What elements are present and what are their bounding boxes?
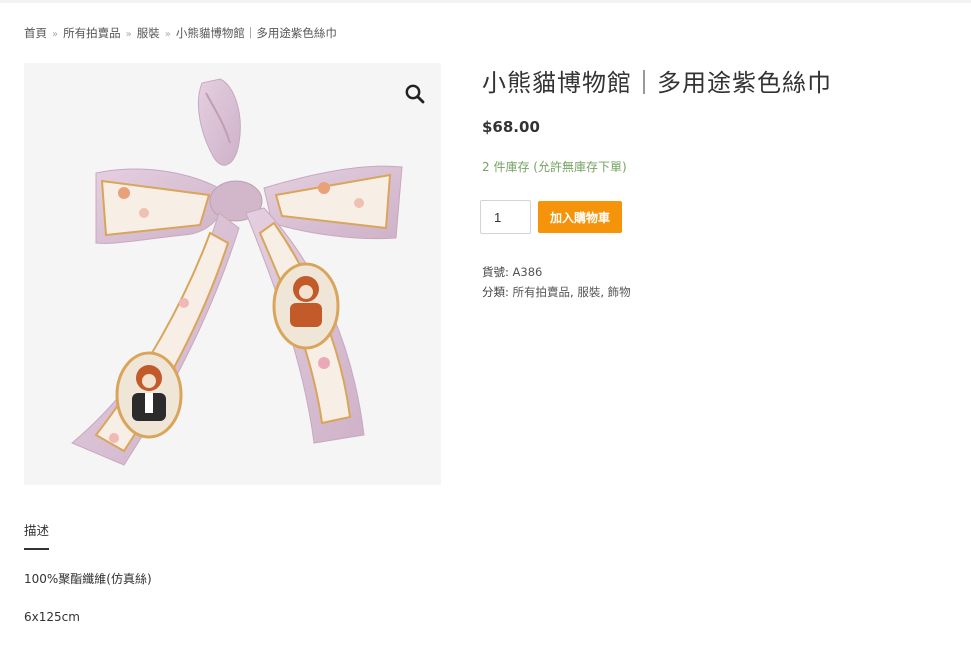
- breadcrumb: 首頁 » 所有拍賣品 » 服裝 » 小熊貓博物館｜多用途紫色絲巾: [24, 25, 337, 41]
- breadcrumb-all-auctions-link[interactable]: 所有拍賣品: [63, 26, 121, 40]
- add-to-cart-form: 加入購物車: [480, 200, 622, 234]
- top-border: [0, 0, 971, 3]
- product-meta: 貨號: A386 分類: 所有拍賣品, 服裝, 飾物: [482, 262, 631, 302]
- breadcrumb-separator: »: [52, 29, 59, 40]
- product-gallery[interactable]: [24, 63, 441, 485]
- breadcrumb-separator: »: [125, 29, 132, 40]
- sku-value: A386: [512, 265, 543, 279]
- product-price: $68.00: [482, 118, 540, 136]
- quantity-input[interactable]: [480, 200, 531, 234]
- product-title: 小熊貓博物館｜多用途紫色絲巾: [482, 69, 832, 97]
- category-label: 分類:: [482, 285, 509, 299]
- breadcrumb-home-link[interactable]: 首頁: [24, 26, 47, 40]
- breadcrumb-separator: »: [164, 29, 171, 40]
- product-tabs: 描述: [24, 520, 50, 550]
- magnifier-icon: [405, 84, 425, 104]
- tab-description[interactable]: 描述: [24, 520, 50, 550]
- category-row: 分類: 所有拍賣品, 服裝, 飾物: [482, 282, 631, 302]
- sku-label: 貨號:: [482, 265, 509, 279]
- product-summary: 小熊貓博物館｜多用途紫色絲巾 $68.00 2 件庫存 (允許無庫存下單) 加入…: [480, 66, 942, 299]
- add-to-cart-button[interactable]: 加入購物車: [538, 201, 622, 233]
- description-size: 6x125cm: [24, 610, 80, 624]
- category-link-accessories[interactable]: 飾物: [608, 285, 631, 299]
- breadcrumb-current: 小熊貓博物館｜多用途紫色絲巾: [175, 26, 337, 40]
- breadcrumb-clothing-link[interactable]: 服裝: [137, 26, 160, 40]
- category-link-all-auctions[interactable]: 所有拍賣品: [513, 285, 571, 299]
- category-link-clothing[interactable]: 服裝: [577, 285, 600, 299]
- stock-status: 2 件庫存 (允許無庫存下單): [482, 160, 627, 174]
- description-material: 100%聚酯纖維(仿真絲): [24, 572, 152, 586]
- category-separator: ,: [600, 285, 608, 299]
- sku-row: 貨號: A386: [482, 262, 631, 282]
- zoom-button[interactable]: [404, 83, 426, 105]
- product-image[interactable]: [24, 63, 441, 485]
